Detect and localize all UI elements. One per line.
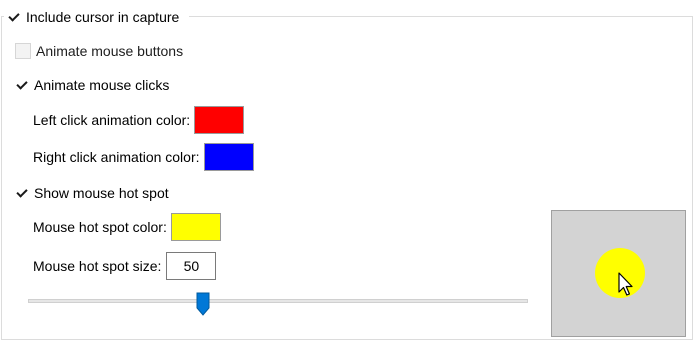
animate-buttons-label[interactable]: Animate mouse buttons	[36, 43, 183, 59]
show-hot-spot-label[interactable]: Show mouse hot spot	[34, 185, 169, 201]
right-click-color-row: Right click animation color:	[33, 143, 254, 171]
right-click-color-swatch[interactable]	[203, 143, 254, 171]
hot-spot-color-swatch[interactable]	[170, 213, 221, 241]
hot-spot-size-slider-thumb[interactable]	[196, 292, 210, 316]
cursor-preview	[551, 210, 686, 337]
animate-buttons-option[interactable]: Animate mouse buttons	[15, 40, 183, 62]
right-click-color-label: Right click animation color:	[33, 149, 200, 165]
animate-clicks-option[interactable]: Animate mouse clicks	[15, 74, 169, 96]
left-click-color-label: Left click animation color:	[33, 112, 191, 128]
animate-buttons-checkbox[interactable]	[15, 43, 31, 59]
hot-spot-color-label: Mouse hot spot color:	[33, 219, 167, 235]
animate-clicks-label[interactable]: Animate mouse clicks	[34, 77, 169, 93]
include-cursor-label[interactable]: Include cursor in capture	[26, 9, 179, 25]
hot-spot-size-input[interactable]: 50	[166, 252, 217, 280]
left-click-color-swatch[interactable]	[194, 106, 245, 134]
show-hot-spot-checkbox[interactable]	[15, 186, 29, 200]
hot-spot-color-row: Mouse hot spot color:	[33, 213, 221, 241]
include-cursor-checkbox[interactable]	[7, 10, 21, 24]
hot-spot-size-slider-track[interactable]	[28, 299, 528, 303]
show-hot-spot-option[interactable]: Show mouse hot spot	[15, 182, 169, 204]
animate-clicks-checkbox[interactable]	[15, 78, 29, 92]
cursor-arrow-icon	[618, 272, 633, 296]
hot-spot-size-label: Mouse hot spot size:	[33, 258, 162, 274]
left-click-color-row: Left click animation color:	[33, 106, 245, 134]
include-cursor-option[interactable]: Include cursor in capture	[4, 6, 190, 28]
hot-spot-size-row: Mouse hot spot size: 50	[33, 252, 217, 280]
